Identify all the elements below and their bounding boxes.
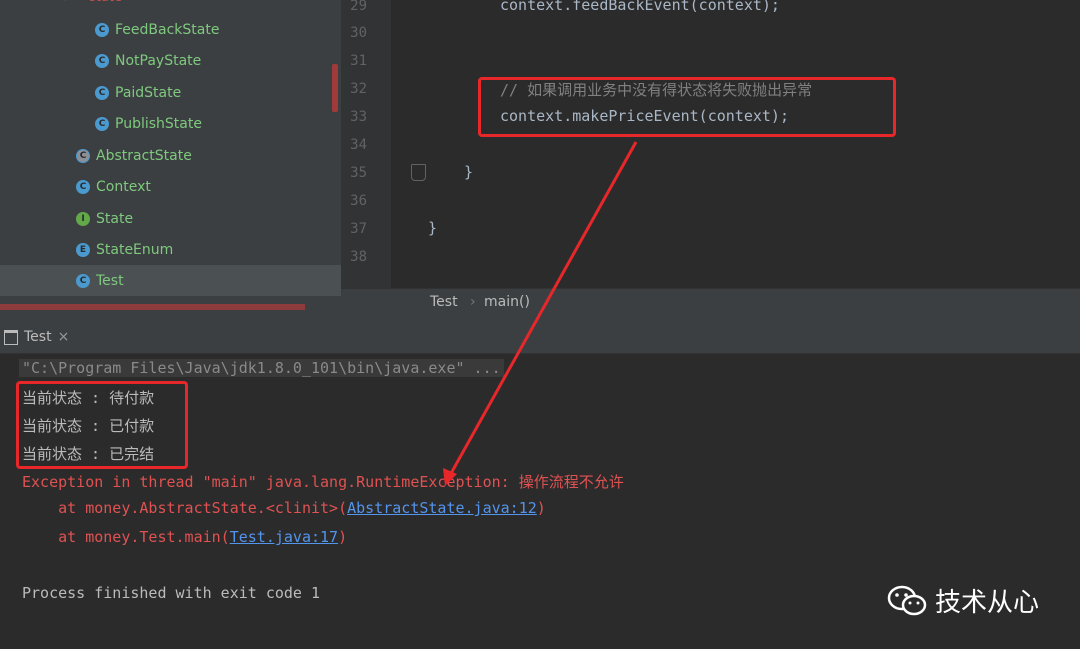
watermark-text: 技术从心 <box>935 588 1040 618</box>
watermark: 技术从心 <box>887 582 1039 619</box>
annotation-arrow-icon <box>443 141 638 486</box>
wechat-icon <box>887 585 927 615</box>
